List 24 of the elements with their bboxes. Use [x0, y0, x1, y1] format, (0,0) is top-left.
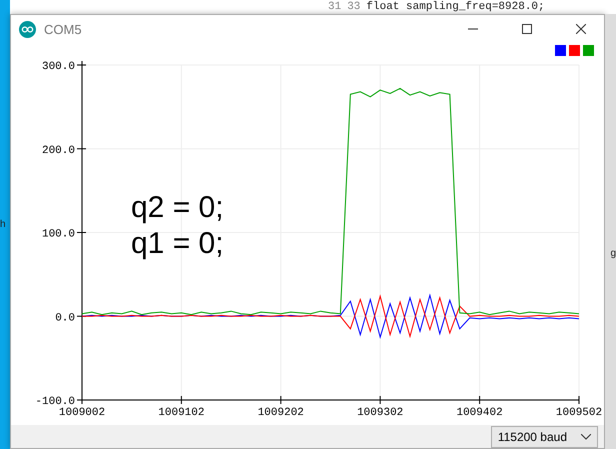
window-title: COM5	[44, 22, 83, 36]
x-tick-label: 1009502	[556, 407, 602, 419]
annotation-text: q1 = 0;	[131, 227, 224, 260]
x-tick-label: 1009002	[58, 407, 106, 419]
cut-text: g	[610, 248, 616, 259]
y-tick-label: -100.0	[35, 396, 75, 408]
annotation-text: q2 = 0;	[131, 191, 224, 224]
code-line: float sampling_freq=8928.0;	[366, 0, 545, 14]
x-tick-label: 1009102	[158, 407, 204, 419]
y-tick-label: 300.0	[42, 61, 75, 73]
y-tick-label: 100.0	[42, 228, 75, 240]
line-number: 31	[328, 0, 342, 14]
line-number: 33	[347, 0, 360, 14]
baud-rate-dropdown[interactable]: 115200 baud	[490, 426, 598, 448]
x-tick-label: 1009302	[357, 407, 404, 419]
x-tick-label: 1009202	[258, 407, 304, 419]
maximize-icon	[522, 24, 532, 34]
close-icon	[576, 24, 586, 34]
chevron-icon	[581, 434, 591, 440]
y-tick-label: 0.0	[55, 312, 75, 324]
x-tick-label: 1009402	[456, 407, 503, 419]
app-logo-icon	[19, 20, 36, 38]
y-tick-label: 200.0	[42, 144, 75, 157]
cut-text: h	[0, 219, 6, 230]
